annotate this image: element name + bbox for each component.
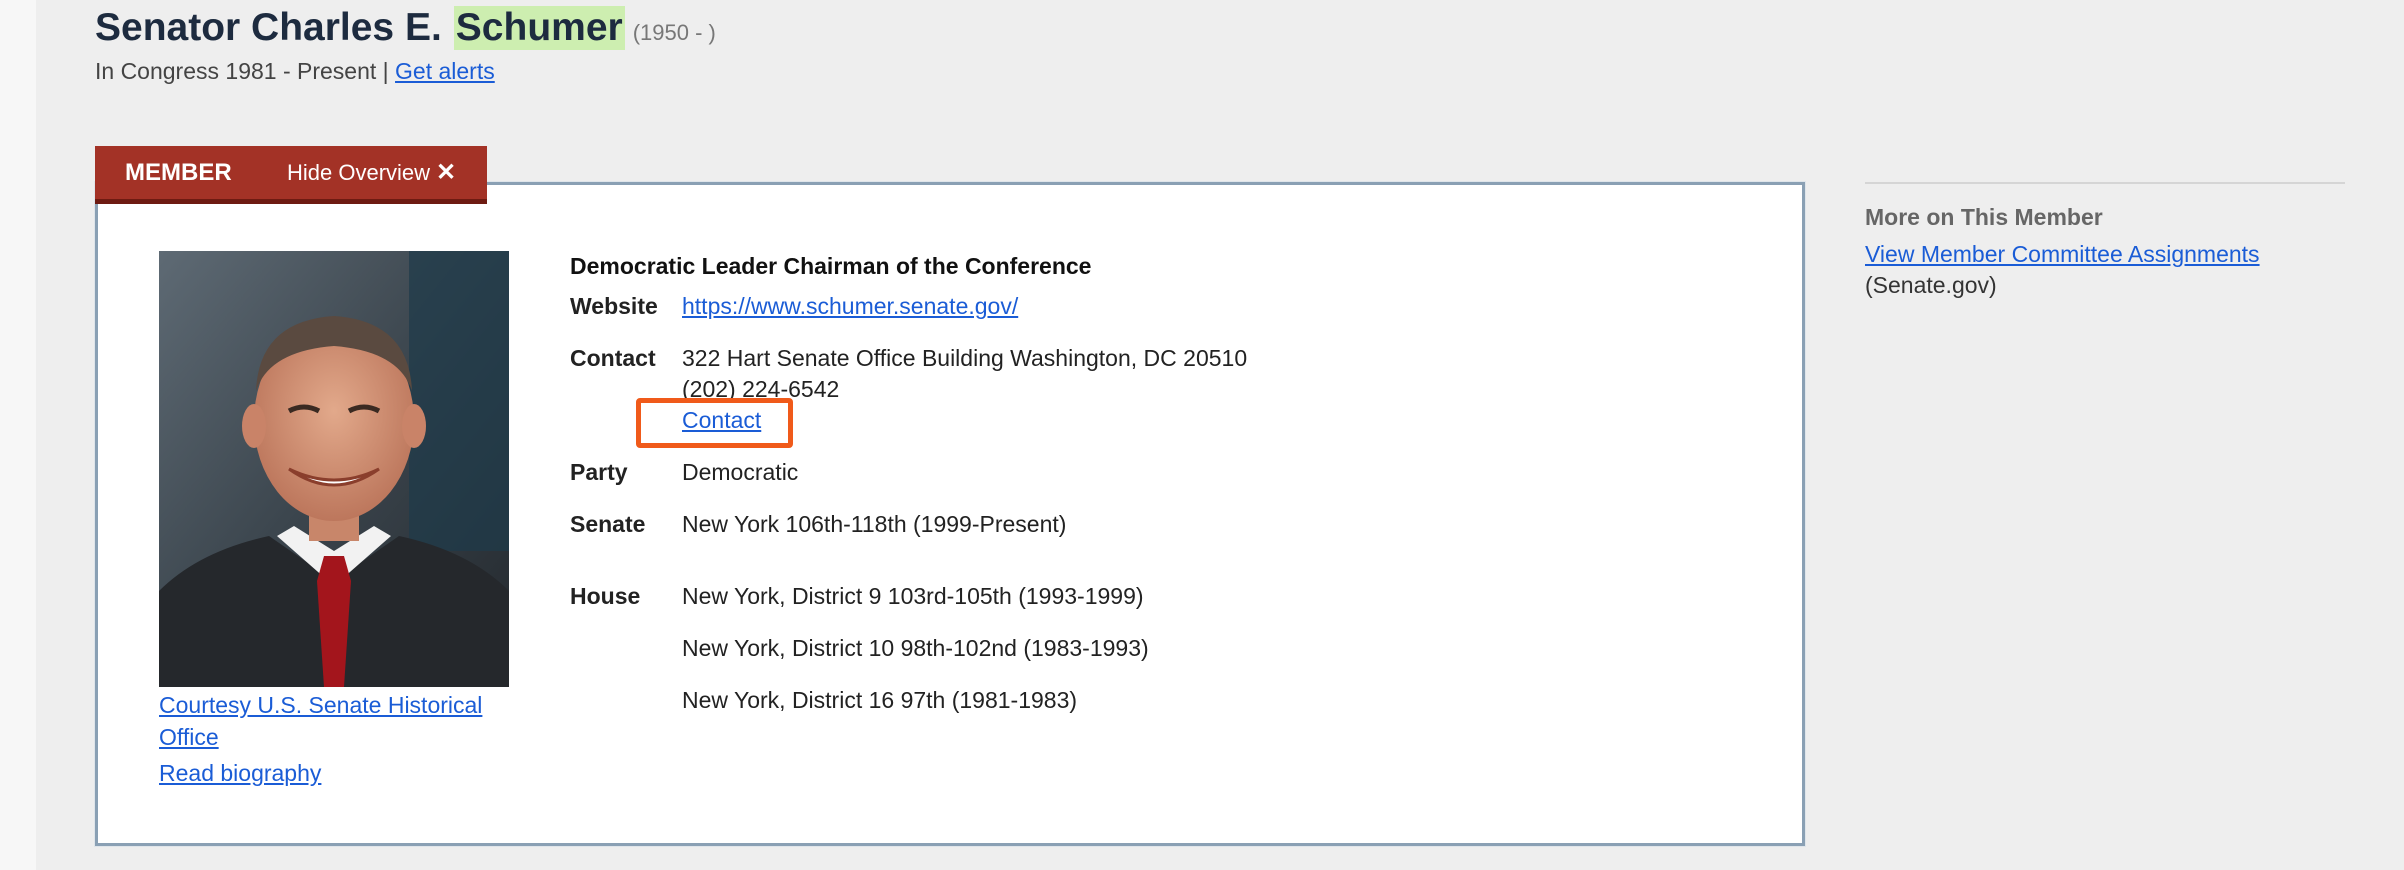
left-gutter [0, 0, 36, 870]
house-term: New York, District 16 97th (1981-1983) [682, 687, 1078, 713]
member-portrait-icon [159, 251, 509, 687]
website-link[interactable]: https://www.schumer.senate.gov/ [682, 291, 1018, 322]
congress-tenure-text: In Congress 1981 - Present | [95, 58, 389, 84]
website-row: Website https://www.schumer.senate.gov/ [570, 291, 1018, 322]
overview-tab-bar: MEMBER Hide Overview ✕ [95, 146, 487, 204]
party-label: Party [570, 459, 628, 485]
senate-row: Senate New York 106th-118th (1999-Presen… [570, 509, 1066, 540]
contact-phone: (202) 224-6542 [682, 376, 840, 402]
house-terms: New York, District 9 103rd-105th (1993-1… [682, 581, 1149, 716]
senate-value: New York 106th-118th (1999-Present) [682, 511, 1067, 537]
read-biography-link[interactable]: Read biography [159, 760, 321, 786]
photo-caption: Courtesy U.S. Senate Historical Office [159, 689, 519, 753]
member-overview-card: Courtesy U.S. Senate Historical Office R… [95, 182, 1805, 846]
page-title: Senator Charles E. Schumer (1950 - ) [95, 6, 716, 50]
contact-link[interactable]: Contact [682, 407, 761, 433]
party-value: Democratic [682, 459, 799, 485]
hide-overview-button[interactable]: Hide Overview ✕ [287, 158, 456, 187]
lifespan: (1950 - ) [632, 20, 716, 45]
house-term: New York, District 9 103rd-105th (1993-1… [682, 583, 1144, 609]
senate-label: Senate [570, 511, 646, 537]
get-alerts-link[interactable]: Get alerts [395, 58, 495, 84]
page: Senator Charles E. Schumer (1950 - ) In … [0, 0, 2404, 870]
committee-assignments-link[interactable]: View Member Committee Assignments [1865, 241, 2260, 267]
leadership-role: Democratic Leader Chairman of the Confer… [570, 253, 1092, 279]
close-icon: ✕ [436, 159, 457, 186]
sidebar-title: More on This Member [1865, 204, 2103, 230]
title-highlighted-name: Schumer [453, 6, 625, 50]
website-label: Website [570, 293, 658, 319]
member-info: Democratic Leader Chairman of the Confer… [570, 253, 1670, 713]
congress-tenure: In Congress 1981 - Present | Get alerts [95, 58, 716, 85]
house-term: New York, District 10 98th-102nd (1983-1… [682, 635, 1149, 661]
contact-row: Contact 322 Hart Senate Office Building … [570, 343, 1247, 436]
member-header: Senator Charles E. Schumer (1950 - ) In … [95, 6, 716, 85]
party-row: Party Democratic [570, 457, 798, 488]
title-prefix: Senator Charles E. [95, 6, 442, 49]
contact-details: 322 Hart Senate Office Building Washingt… [682, 343, 1247, 436]
read-biography: Read biography [159, 760, 321, 787]
photo-credit-link[interactable]: Courtesy U.S. Senate Historical Office [159, 692, 482, 750]
contact-address: 322 Hart Senate Office Building Washingt… [682, 345, 1248, 371]
hide-overview-label: Hide Overview [287, 159, 431, 185]
contact-label: Contact [570, 345, 656, 371]
committee-assignments-note: (Senate.gov) [1865, 272, 1997, 298]
house-row: House New York, District 9 103rd-105th (… [570, 581, 1149, 716]
house-label: House [570, 583, 641, 609]
sidebar-more-on-member: More on This Member View Member Committe… [1865, 182, 2345, 299]
member-photo [159, 251, 509, 687]
tab-member[interactable]: MEMBER [95, 159, 275, 187]
